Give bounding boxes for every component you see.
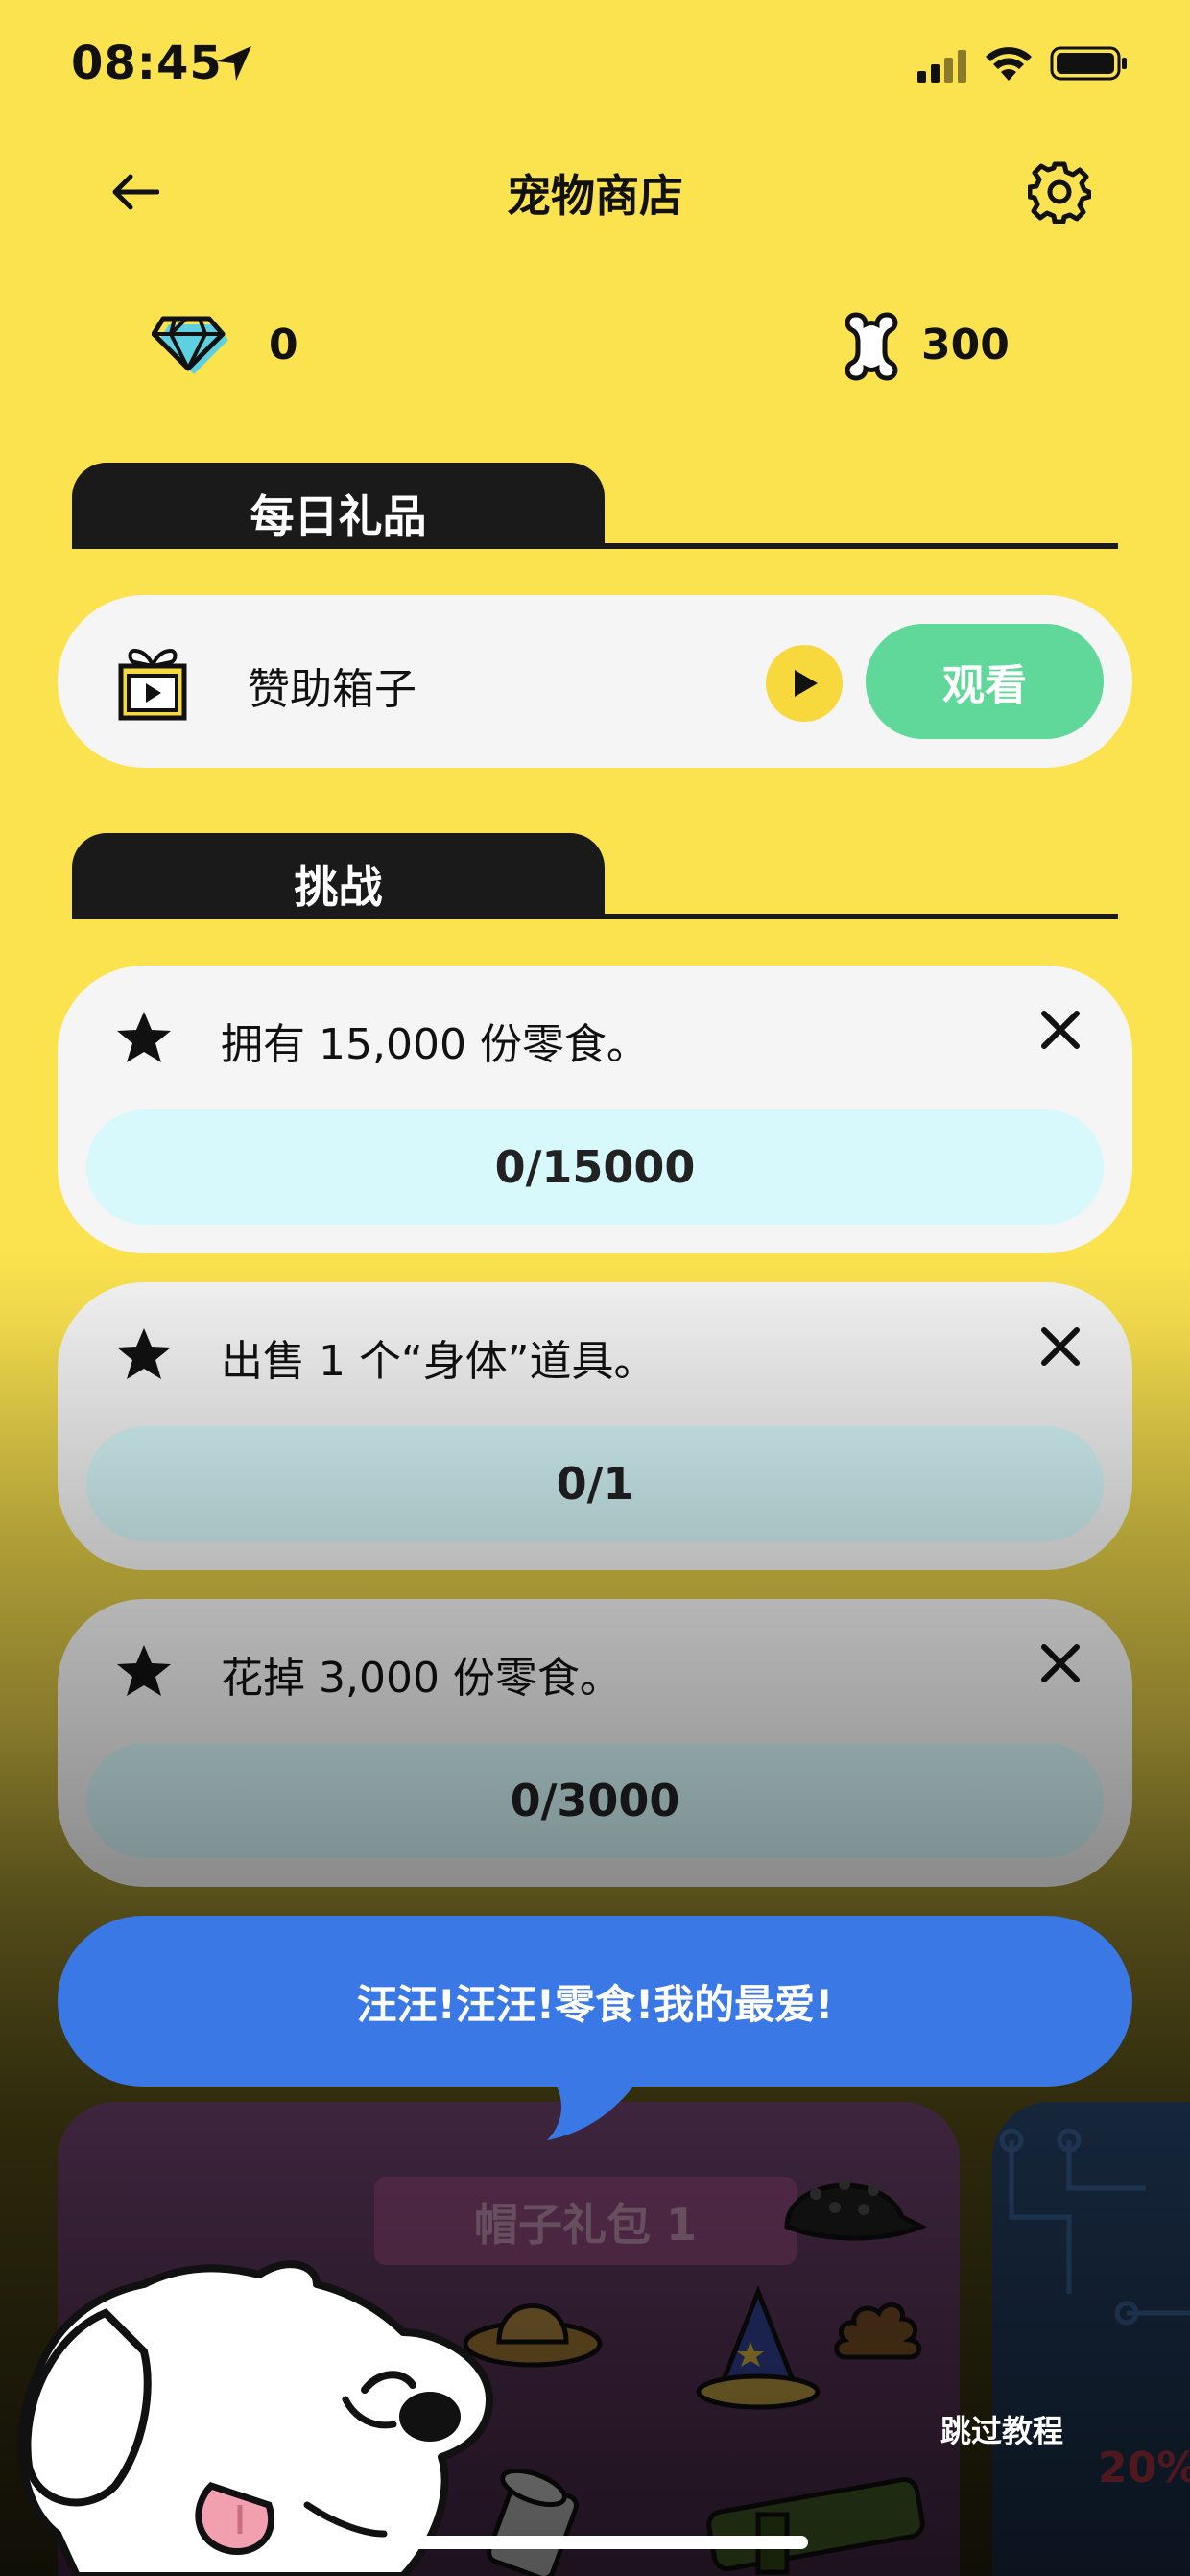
challenges-divider: [72, 914, 1118, 919]
close-icon[interactable]: [1036, 1323, 1084, 1371]
bone-count: 300: [921, 321, 1010, 370]
bone-icon: [845, 312, 898, 381]
challenge-progress-text: 0/3000: [510, 1775, 680, 1826]
challenge-text: 出售 1 个“身体”道具。: [221, 1337, 656, 1386]
circuit-pattern-icon: [999, 2128, 1190, 2326]
dog-mascot-icon: [17, 2260, 493, 2576]
star-icon: [117, 1328, 171, 1379]
challenge-progress-text: 0/15000: [494, 1141, 696, 1193]
wizard-hat-icon: [696, 2285, 821, 2410]
diamond-icon: [152, 316, 228, 374]
play-icon: [795, 670, 818, 697]
challenge-card: 花掉 3,000 份零食。 0/3000: [58, 1599, 1132, 1887]
video-ad-badge: [766, 645, 843, 722]
back-button[interactable]: [96, 154, 173, 230]
challenge-text: 花掉 3,000 份零食。: [221, 1654, 622, 1703]
poop-hat-icon: [834, 2302, 922, 2360]
skip-tutorial-button[interactable]: 跳过教程: [940, 2407, 1063, 2451]
challenge-progress-bar: 0/3000: [86, 1743, 1104, 1858]
challenge-progress-bar: 0/15000: [86, 1109, 1104, 1225]
status-bar: 08:45: [0, 0, 1190, 125]
arrow-left-icon: [112, 174, 159, 210]
discount-pack-card[interactable]: 20%: [992, 2102, 1190, 2576]
star-icon: [117, 1012, 171, 1062]
speech-bubble-tail: [547, 2073, 643, 2140]
gear-icon: [1028, 161, 1091, 224]
bazooka-icon: [706, 2477, 925, 2575]
challenge-progress-bar: 0/1: [86, 1426, 1104, 1541]
page-title: 宠物商店: [507, 170, 683, 222]
close-icon[interactable]: [1036, 1639, 1084, 1687]
sponsor-box-row: 赞助箱子 观看: [58, 595, 1132, 768]
tutorial-speech-bubble: 汪汪!汪汪!零食!我的最爱!: [58, 1916, 1132, 2087]
close-icon[interactable]: [1036, 1006, 1084, 1054]
challenge-text: 拥有 15,000 份零食。: [221, 1020, 649, 1069]
cellular-signal-icon: [917, 50, 966, 83]
gem-count: 0: [269, 321, 298, 370]
watch-button[interactable]: 观看: [866, 624, 1104, 739]
location-arrow-icon: [217, 46, 251, 81]
battery-icon: [1050, 46, 1127, 81]
gift-video-icon: [118, 648, 187, 721]
home-indicator[interactable]: [384, 2536, 808, 2549]
challenge-card: 拥有 15,000 份零食。 0/15000: [58, 966, 1132, 1253]
challenges-tab: 挑战: [72, 833, 605, 919]
spiked-cap-icon: [784, 2179, 928, 2241]
settings-button[interactable]: [1021, 154, 1098, 230]
pack-discount: 20%: [1098, 2444, 1190, 2493]
challenge-progress-text: 0/1: [556, 1458, 634, 1510]
star-icon: [117, 1645, 171, 1696]
wifi-icon: [986, 47, 1032, 81]
daily-gift-tab: 每日礼品: [72, 463, 605, 549]
challenges-label: 挑战: [294, 861, 383, 913]
challenge-card: 出售 1 个“身体”道具。 0/1: [58, 1282, 1132, 1570]
daily-gift-label: 每日礼品: [250, 490, 427, 542]
status-time: 08:45: [71, 36, 223, 90]
tutorial-speech-text: 汪汪!汪汪!零食!我的最爱!: [356, 1980, 834, 2028]
daily-gift-divider: [72, 543, 1118, 549]
sponsor-box-label: 赞助箱子: [248, 665, 416, 714]
